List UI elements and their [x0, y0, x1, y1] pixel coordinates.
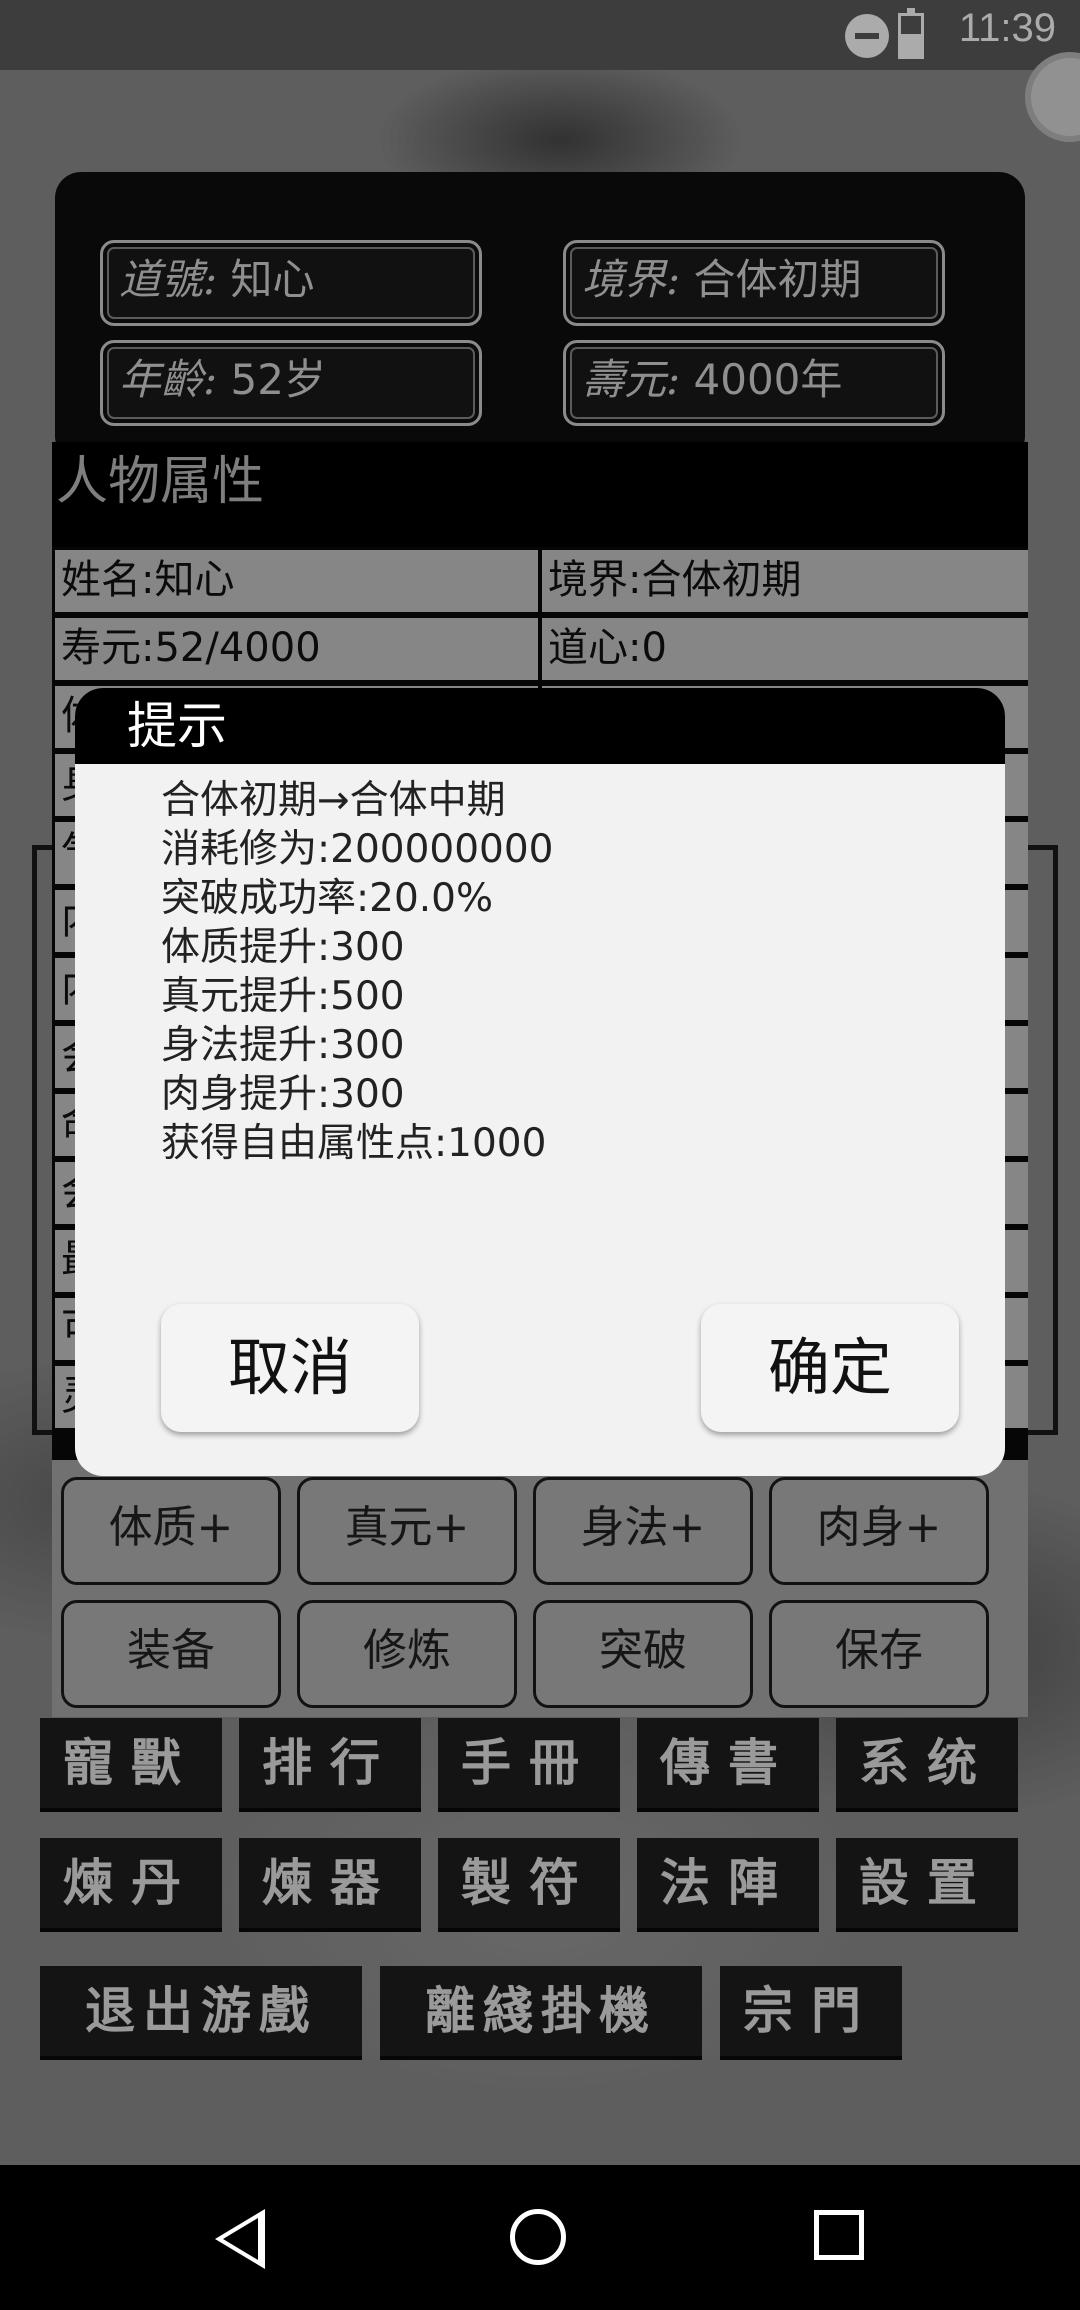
dialog-line-roushen: 肉身提升:300 [161, 1072, 405, 1117]
dialog-line-shenfa: 身法提升:300 [161, 1023, 405, 1068]
dialog-header: 提示 [75, 688, 1005, 764]
back-icon[interactable] [215, 2209, 265, 2269]
dialog-line-success-rate: 突破成功率:20.0% [161, 876, 494, 921]
dialog-line-free-points: 获得自由属性点:1000 [161, 1121, 547, 1166]
confirm-button[interactable]: 确定 [701, 1304, 959, 1432]
cancel-button[interactable]: 取消 [161, 1304, 419, 1432]
dialog-line-realm-change: 合体初期→合体中期 [161, 778, 506, 823]
dialog-line-tizhi: 体质提升:300 [161, 925, 405, 970]
dialog-line-zhenyuan: 真元提升:500 [161, 974, 405, 1019]
home-icon[interactable] [510, 2209, 566, 2265]
recents-icon[interactable] [814, 2210, 864, 2260]
breakthrough-dialog: 提示 合体初期→合体中期 消耗修为:200000000 突破成功率:20.0% … [75, 688, 1005, 1476]
dialog-line-cost: 消耗修为:200000000 [161, 827, 554, 872]
dialog-message: 合体初期→合体中期 消耗修为:200000000 突破成功率:20.0% 体质提… [161, 776, 553, 1168]
navigation-bar [0, 2165, 1080, 2310]
dialog-title: 提示 [127, 697, 227, 755]
